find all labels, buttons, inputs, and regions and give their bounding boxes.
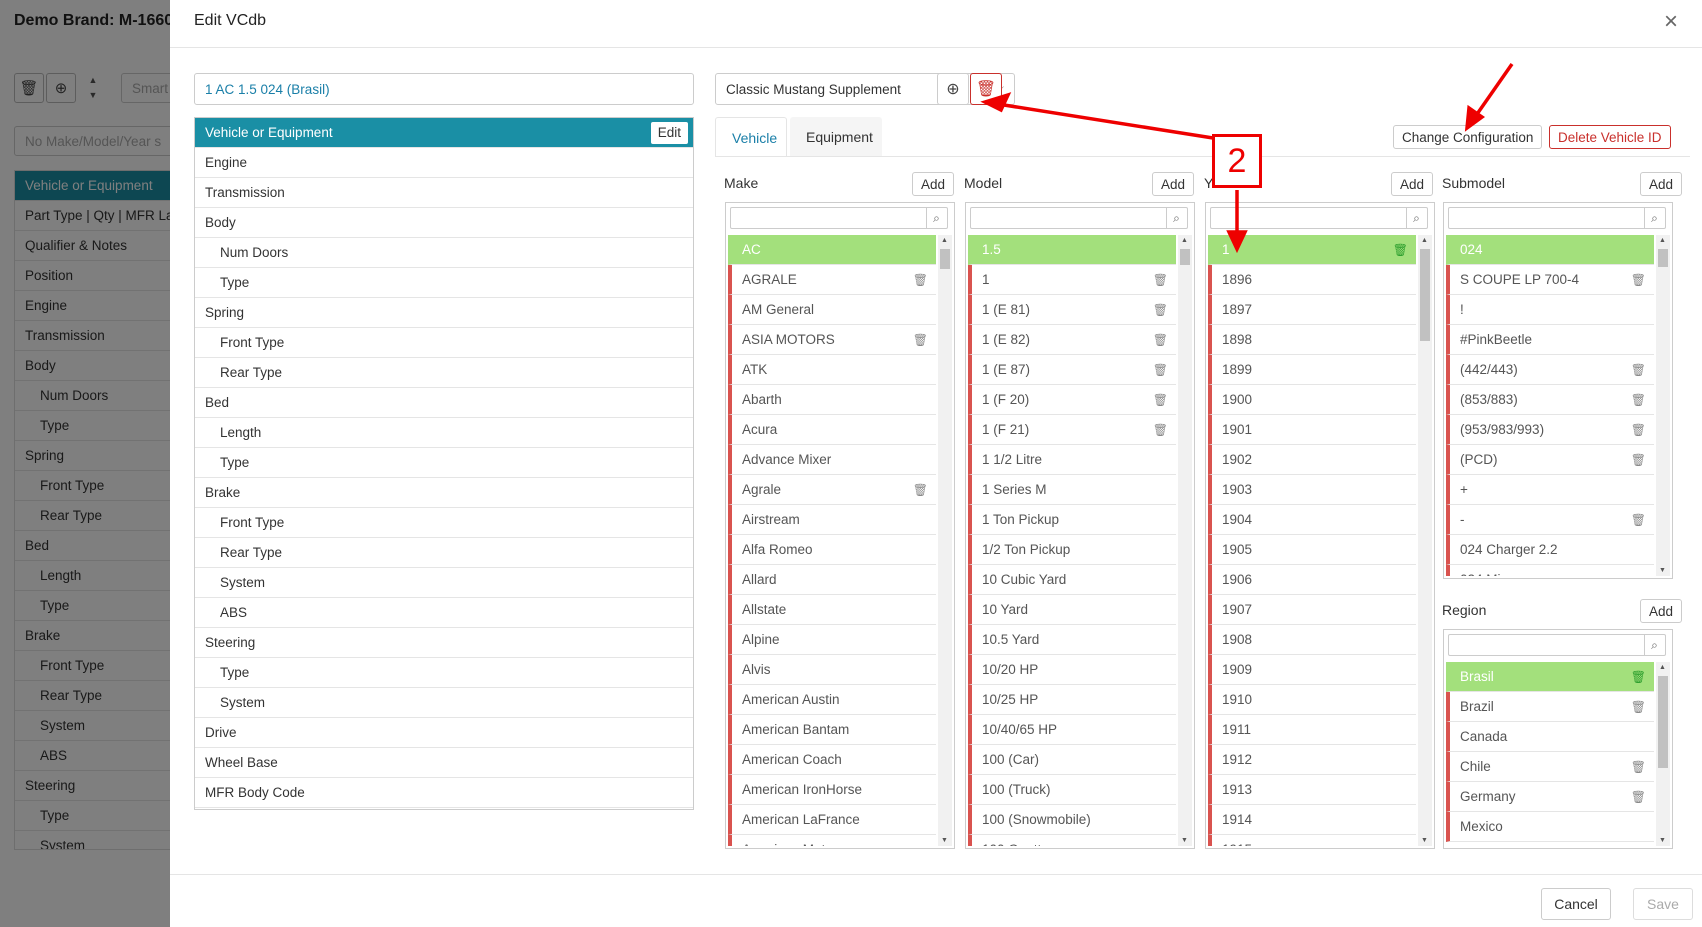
save-button[interactable]: Save — [1633, 888, 1693, 920]
edit-vcdb-modal: Edit VCdb × 1 AC 1.5 024 (Brasil) Vehicl… — [170, 0, 1702, 927]
cancel-button[interactable]: Cancel — [1541, 888, 1611, 920]
annotation-label: 2 — [1212, 134, 1262, 188]
annotation-arrows — [980, 62, 1514, 254]
modal-footer: Cancel Save — [170, 874, 1702, 927]
